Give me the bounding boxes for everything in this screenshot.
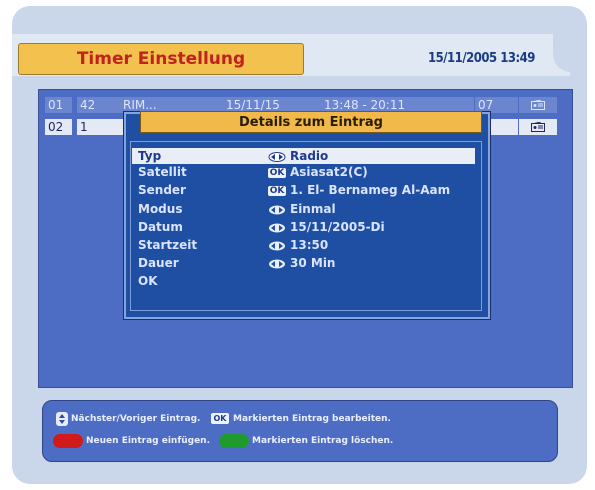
help-footer	[42, 400, 558, 462]
page-title: Timer Einstellung	[18, 43, 304, 75]
green-key-icon	[219, 434, 249, 448]
hint-edit-entry: Markierten Eintrag bearbeiten.	[233, 414, 391, 424]
row-index: 02	[45, 119, 72, 135]
field-startzeit-label[interactable]: Startzeit	[138, 238, 197, 252]
field-sender-value[interactable]: 1. El- Bernameg Al-Aam	[290, 183, 450, 197]
header-notch	[553, 30, 583, 72]
field-typ-value[interactable]: Radio	[290, 149, 328, 163]
lr-arrows-icon	[268, 205, 286, 215]
ok-badge-icon: OK	[268, 186, 286, 196]
radio-icon	[519, 119, 557, 135]
ok-button[interactable]: OK	[138, 274, 158, 288]
lr-arrows-icon	[268, 223, 286, 233]
field-dauer-label[interactable]: Dauer	[138, 256, 179, 270]
datetime-display: 15/11/2005 13:49	[428, 51, 535, 66]
dialog-title: Details zum Eintrag	[140, 111, 482, 133]
field-modus-label[interactable]: Modus	[138, 202, 182, 216]
ok-badge-icon: OK	[268, 168, 286, 178]
radio-icon	[519, 97, 557, 113]
row-index: 01	[45, 97, 72, 113]
field-datum-value[interactable]: 15/11/2005-Di	[290, 220, 385, 234]
field-dauer-value[interactable]: 30 Min	[290, 256, 335, 270]
lr-arrows-icon	[268, 241, 286, 251]
lr-arrows-icon	[268, 259, 286, 269]
hint-delete-entry: Markierten Eintrag löschen.	[252, 436, 394, 446]
field-datum-label[interactable]: Datum	[138, 220, 183, 234]
field-modus-value[interactable]: Einmal	[290, 202, 336, 216]
hint-next-previous: Nächster/Voriger Eintrag.	[71, 414, 201, 424]
up-down-key-icon	[55, 411, 69, 427]
lr-arrows-icon	[268, 152, 286, 162]
field-typ-label[interactable]: Typ	[138, 149, 161, 163]
row-program: 42	[77, 97, 120, 113]
ok-key-icon: OK	[211, 413, 229, 424]
red-key-icon	[53, 434, 83, 448]
field-sender-label[interactable]: Sender	[138, 183, 186, 197]
hint-add-entry: Neuen Eintrag einfügen.	[86, 436, 211, 446]
row-program: 1	[77, 119, 120, 135]
field-startzeit-value[interactable]: 13:50	[290, 238, 328, 252]
field-satellit-value[interactable]: Asiasat2(C)	[290, 165, 368, 179]
field-satellit-label[interactable]: Satellit	[138, 165, 187, 179]
